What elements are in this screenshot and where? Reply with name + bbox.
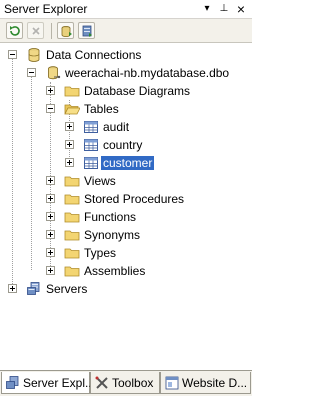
tree-label: Types xyxy=(84,246,117,260)
tab-website-designer[interactable]: Website D... xyxy=(160,372,251,394)
expand-toggle[interactable] xyxy=(46,230,55,239)
connect-server-icon xyxy=(82,25,92,37)
folder-open-icon xyxy=(64,104,80,115)
expand-toggle[interactable] xyxy=(46,194,55,203)
tree-label: Functions xyxy=(84,210,137,224)
folder-icon xyxy=(64,176,80,187)
folder-icon xyxy=(64,248,80,259)
table-icon xyxy=(84,121,98,133)
tree-label-selected: customer xyxy=(101,156,155,170)
table-icon xyxy=(84,139,98,151)
expand-toggle[interactable] xyxy=(46,248,55,257)
stop-refresh-button[interactable] xyxy=(27,22,44,39)
expand-toggle[interactable] xyxy=(46,176,55,185)
tree-node-table-audit[interactable]: audit xyxy=(0,118,240,136)
connect-database-icon xyxy=(61,26,72,37)
tree-label: Views xyxy=(84,174,116,188)
servers-icon xyxy=(27,282,40,295)
tree-node-database-diagrams[interactable]: Database Diagrams xyxy=(0,82,240,100)
folder-icon xyxy=(64,194,80,205)
tool-window-tabs: Server Expl... Toolbox Website D... xyxy=(0,370,252,396)
expand-toggle[interactable] xyxy=(65,158,74,167)
data-connections-icon xyxy=(28,48,40,62)
tree-label: audit xyxy=(103,120,130,134)
tree-label: Synonyms xyxy=(84,228,141,242)
expand-toggle[interactable] xyxy=(46,212,55,221)
tree-node-tables[interactable]: Tables xyxy=(0,100,240,118)
tree-node-data-connections[interactable]: Data Connections xyxy=(0,46,240,64)
table-icon xyxy=(84,157,98,169)
title-bar: Server Explorer ▾ ⊥ × xyxy=(0,0,252,19)
tree-label: Assemblies xyxy=(84,264,146,278)
stop-icon xyxy=(32,27,40,35)
window-title: Server Explorer xyxy=(4,2,88,16)
tree-label: Stored Procedures xyxy=(84,192,185,206)
connect-to-database-button[interactable] xyxy=(57,22,74,39)
toolbar xyxy=(0,19,252,43)
tab-label: Toolbox xyxy=(112,376,154,390)
close-icon[interactable]: × xyxy=(234,2,248,16)
toolbox-icon xyxy=(95,376,108,389)
folder-icon xyxy=(64,266,80,277)
collapse-toggle[interactable] xyxy=(8,50,17,59)
tab-label: Server Expl... xyxy=(23,376,96,390)
toolbar-separator xyxy=(51,23,52,39)
window-position-dropdown-icon[interactable]: ▾ xyxy=(200,2,214,16)
tree-label: Database Diagrams xyxy=(84,84,191,98)
server-explorer-tree: Data Connections weerachai-nb.mydatabase… xyxy=(0,43,252,370)
tree-node-table-customer[interactable]: customer xyxy=(0,154,240,172)
collapse-toggle[interactable] xyxy=(46,104,55,113)
tree-label: country xyxy=(103,138,143,152)
database-connection-icon xyxy=(48,66,61,80)
refresh-button[interactable] xyxy=(6,22,23,39)
tree-label: Servers xyxy=(46,282,88,296)
tree-label: weerachai-nb.mydatabase.dbo xyxy=(65,66,230,80)
folder-icon xyxy=(64,86,80,97)
server-explorer-icon xyxy=(6,376,19,389)
refresh-icon xyxy=(10,26,20,36)
tab-label: Website D... xyxy=(182,376,248,390)
tab-server-explorer[interactable]: Server Expl... xyxy=(1,372,95,394)
tree-node-views[interactable]: Views xyxy=(0,172,240,190)
tree-label: Tables xyxy=(84,102,119,116)
folder-icon xyxy=(64,212,80,223)
tree-node-connection[interactable]: weerachai-nb.mydatabase.dbo xyxy=(0,64,240,82)
expand-toggle[interactable] xyxy=(46,266,55,275)
tab-toolbox[interactable]: Toolbox xyxy=(90,372,160,394)
tree-node-stored-procedures[interactable]: Stored Procedures xyxy=(0,190,240,208)
tree-node-types[interactable]: Types xyxy=(0,244,240,262)
tree-node-servers[interactable]: Servers xyxy=(0,280,240,298)
auto-hide-pin-icon[interactable]: ⊥ xyxy=(217,2,231,16)
collapse-toggle[interactable] xyxy=(27,68,36,77)
website-icon xyxy=(165,376,179,390)
expand-toggle[interactable] xyxy=(46,86,55,95)
tree-node-synonyms[interactable]: Synonyms xyxy=(0,226,240,244)
tree-node-assemblies[interactable]: Assemblies xyxy=(0,262,240,280)
tree-label: Data Connections xyxy=(46,48,142,62)
connect-to-server-button[interactable] xyxy=(78,22,95,39)
folder-icon xyxy=(64,230,80,241)
expand-toggle[interactable] xyxy=(65,140,74,149)
tree-node-functions[interactable]: Functions xyxy=(0,208,240,226)
tree-node-table-country[interactable]: country xyxy=(0,136,240,154)
expand-toggle[interactable] xyxy=(65,122,74,131)
expand-toggle[interactable] xyxy=(8,284,17,293)
